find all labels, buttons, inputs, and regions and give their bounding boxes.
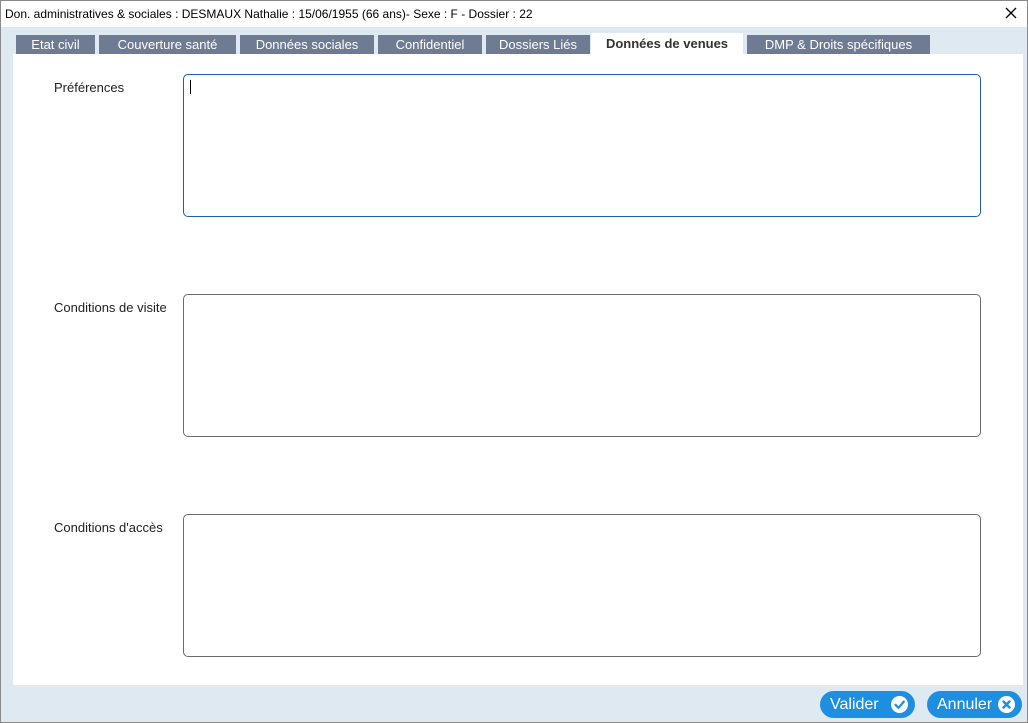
validate-button[interactable]: Valider <box>820 691 915 718</box>
tab-couverture-sante[interactable]: Couverture santé <box>99 35 236 54</box>
checkmark-icon <box>891 696 908 713</box>
cancel-button-label: Annuler <box>937 695 993 713</box>
dialog-window: Don. administratives & sociales : DESMAU… <box>0 0 1028 723</box>
conditions-visite-label: Conditions de visite <box>54 300 167 315</box>
tab-confidentiel[interactable]: Confidentiel <box>378 35 482 54</box>
tab-panel-donnees-de-venues: Préférences Conditions de visite Conditi… <box>13 54 1023 685</box>
cross-icon <box>998 696 1015 713</box>
conditions-acces-field[interactable] <box>183 514 981 657</box>
close-icon <box>1005 7 1017 19</box>
conditions-acces-label: Conditions d'accès <box>54 520 163 535</box>
tab-donnees-sociales[interactable]: Données sociales <box>240 35 374 54</box>
window-title: Don. administratives & sociales : DESMAU… <box>5 7 533 21</box>
conditions-visite-field[interactable] <box>183 294 981 437</box>
preferences-field[interactable] <box>183 74 981 217</box>
tab-etat-civil[interactable]: Etat civil <box>16 35 95 54</box>
validate-button-label: Valider <box>830 695 879 713</box>
tab-donnees-de-venues[interactable]: Données de venues <box>591 33 743 54</box>
tab-strip: Etat civil Couverture santé Données soci… <box>13 33 1023 54</box>
close-button[interactable] <box>1003 4 1019 22</box>
preferences-label: Préférences <box>54 80 125 95</box>
tab-dossiers-lies[interactable]: Dossiers Liés <box>486 35 590 54</box>
title-bar: Don. administratives & sociales : DESMAU… <box>1 1 1027 27</box>
text-caret <box>190 80 191 94</box>
tab-dmp-droits-specifiques[interactable]: DMP & Droits spécifiques <box>747 35 930 54</box>
cancel-button[interactable]: Annuler <box>927 691 1022 718</box>
